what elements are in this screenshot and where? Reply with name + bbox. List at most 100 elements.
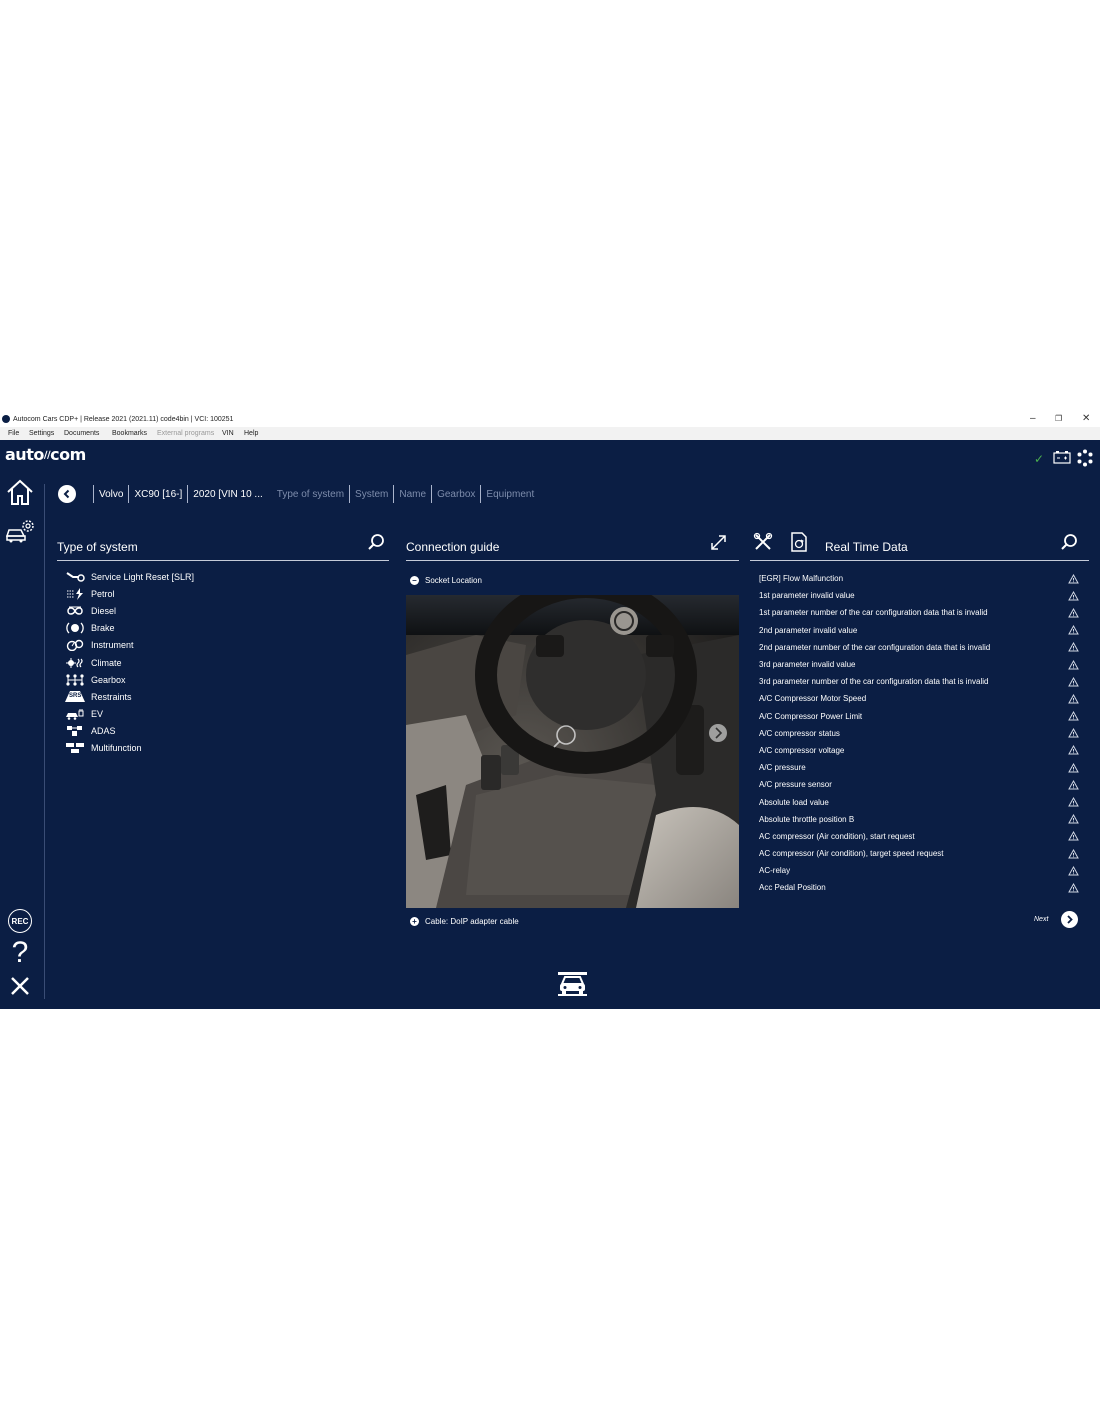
next-button[interactable]: Next	[1034, 911, 1079, 928]
car-front-icon[interactable]	[557, 971, 588, 997]
rtd-row-label: [EGR] Flow Malfunction	[759, 574, 844, 584]
rtd-row[interactable]: A/C compressor voltage	[759, 742, 1079, 759]
list-item-gearbox[interactable]: Gearbox	[64, 671, 194, 688]
window-title: Autocom Cars CDP+ | Release 2021 (2021.1…	[13, 416, 234, 423]
home-button[interactable]	[4, 477, 36, 507]
expand-icon[interactable]	[709, 533, 728, 552]
search-icon[interactable]	[1060, 533, 1078, 551]
window-titlebar: Autocom Cars CDP+ | Release 2021 (2021.1…	[0, 412, 1100, 427]
menu-help[interactable]: Help	[244, 430, 258, 437]
rtd-row[interactable]: A/C compressor status	[759, 725, 1079, 742]
rtd-row[interactable]: A/C Compressor Power Limit	[759, 708, 1079, 725]
autocom-logo: auto∕∕com	[5, 445, 86, 464]
rtd-row-label: AC compressor (Air condition), target sp…	[759, 849, 944, 859]
warning-icon	[1068, 711, 1079, 721]
breadcrumb-gearbox: Gearbox	[437, 488, 476, 500]
collapse-icon: –	[410, 576, 419, 585]
car-gear-icon	[5, 520, 34, 543]
warning-icon	[1068, 745, 1079, 755]
list-item-climate[interactable]: Climate	[64, 654, 194, 671]
rec-button[interactable]: REC	[4, 908, 36, 934]
warning-icon	[1068, 814, 1079, 824]
petrol-icon	[67, 587, 83, 600]
cable-info[interactable]: + Cable: DoIP adapter cable	[410, 917, 519, 926]
rtd-row[interactable]: 3rd parameter invalid value	[759, 656, 1079, 673]
breadcrumb-model[interactable]: XC90 [16-]	[134, 489, 182, 500]
list-item-instrument[interactable]: Instrument	[64, 637, 194, 654]
chevron-left-icon	[63, 489, 70, 499]
list-item-label: Gearbox	[91, 674, 126, 685]
rtd-row[interactable]: 3rd parameter number of the car configur…	[759, 673, 1079, 690]
breadcrumb-year[interactable]: 2020 [VIN 10 ...	[193, 489, 263, 500]
menu-bookmarks[interactable]: Bookmarks	[112, 430, 147, 437]
warning-icon	[1068, 607, 1079, 618]
warning-icon	[1068, 831, 1079, 841]
rtd-row-label: A/C Compressor Power Limit	[759, 711, 863, 721]
rtd-row-label: A/C pressure	[759, 763, 806, 773]
list-item-brake[interactable]: Brake	[64, 620, 194, 637]
rtd-row[interactable]: Absolute throttle position B	[759, 811, 1079, 828]
rtd-row-label: 1st parameter number of the car configur…	[759, 608, 988, 618]
breadcrumb-name: Name	[399, 488, 427, 500]
list-item-petrol[interactable]: Petrol	[64, 585, 194, 602]
exit-button[interactable]	[4, 975, 36, 997]
warning-icon	[1068, 642, 1079, 652]
rtd-row[interactable]: 1st parameter invalid value	[759, 587, 1079, 604]
warning-icon	[1068, 693, 1079, 704]
rtd-row[interactable]: [EGR] Flow Malfunction	[759, 570, 1079, 587]
list-item-label: Restraints	[91, 691, 132, 702]
instrument-icon	[66, 640, 84, 652]
close-window-button[interactable]: ✕	[1082, 413, 1090, 424]
rtd-row[interactable]: 2nd parameter invalid value	[759, 622, 1079, 639]
menu-vin[interactable]: VIN	[222, 430, 234, 437]
breadcrumb-equipment: Equipment	[486, 488, 535, 500]
restore-button[interactable]: ❐	[1055, 414, 1062, 423]
rec-label: REC	[8, 909, 32, 933]
battery-icon[interactable]	[1053, 450, 1071, 464]
warning-icon	[1068, 728, 1079, 738]
menu-file[interactable]: File	[8, 430, 19, 437]
rtd-row[interactable]: 2nd parameter number of the car configur…	[759, 639, 1079, 656]
warning-icon	[1068, 762, 1079, 773]
list-item-adas[interactable]: ADAS	[64, 723, 194, 740]
rtd-row-label: 3rd parameter number of the car configur…	[759, 677, 989, 687]
tools-icon[interactable]	[753, 532, 773, 552]
list-item-multifunction[interactable]: Multifunction	[64, 740, 194, 757]
connection-ok-icon: ✓	[1034, 452, 1045, 466]
rtd-row[interactable]: AC-relay	[759, 862, 1079, 879]
rtd-row[interactable]: Acc Pedal Position	[759, 879, 1079, 896]
menu-settings[interactable]: Settings	[29, 430, 54, 437]
rtd-row[interactable]: A/C pressure	[759, 759, 1079, 776]
adas-icon	[67, 726, 82, 737]
list-item-ev[interactable]: EV	[64, 706, 194, 723]
rtd-row[interactable]: A/C Compressor Motor Speed	[759, 690, 1079, 707]
list-item-slr[interactable]: Service Light Reset [SLR]	[64, 568, 194, 585]
type-panel-title: Type of system	[57, 540, 138, 554]
menu-external-programs[interactable]: External programs	[157, 430, 214, 437]
rtd-row[interactable]: Absolute load value	[759, 793, 1079, 810]
rtd-row[interactable]: AC compressor (Air condition), target sp…	[759, 845, 1079, 862]
warning-icon	[1068, 625, 1079, 635]
rtd-row[interactable]: 1st parameter number of the car configur…	[759, 604, 1079, 621]
help-button[interactable]: ?	[4, 938, 36, 968]
rtd-row[interactable]: AC compressor (Air condition), start req…	[759, 828, 1079, 845]
menu-bar: File Settings Documents Bookmarks Extern…	[0, 427, 1100, 440]
warning-icon	[1068, 797, 1079, 807]
back-button[interactable]	[58, 485, 76, 503]
warning-icon	[1068, 779, 1079, 790]
search-icon[interactable]	[367, 533, 385, 551]
rtd-row[interactable]: A/C pressure sensor	[759, 776, 1079, 793]
list-item-label: ADAS	[91, 726, 116, 737]
list-item-restraints[interactable]: SRS Restraints	[64, 688, 194, 705]
minimize-button[interactable]: –	[1030, 413, 1036, 424]
vehicle-diagnostics-button[interactable]	[4, 518, 36, 544]
breadcrumb-make[interactable]: Volvo	[99, 489, 123, 500]
close-icon	[11, 977, 29, 995]
socket-location-toggle[interactable]: – Socket Location	[410, 576, 482, 585]
rtd-row-label: AC-relay	[759, 866, 791, 876]
document-refresh-icon[interactable]	[790, 532, 808, 552]
diesel-icon	[67, 606, 83, 615]
warning-icon	[1068, 865, 1079, 876]
menu-documents[interactable]: Documents	[64, 430, 99, 437]
list-item-diesel[interactable]: Diesel	[64, 602, 194, 619]
